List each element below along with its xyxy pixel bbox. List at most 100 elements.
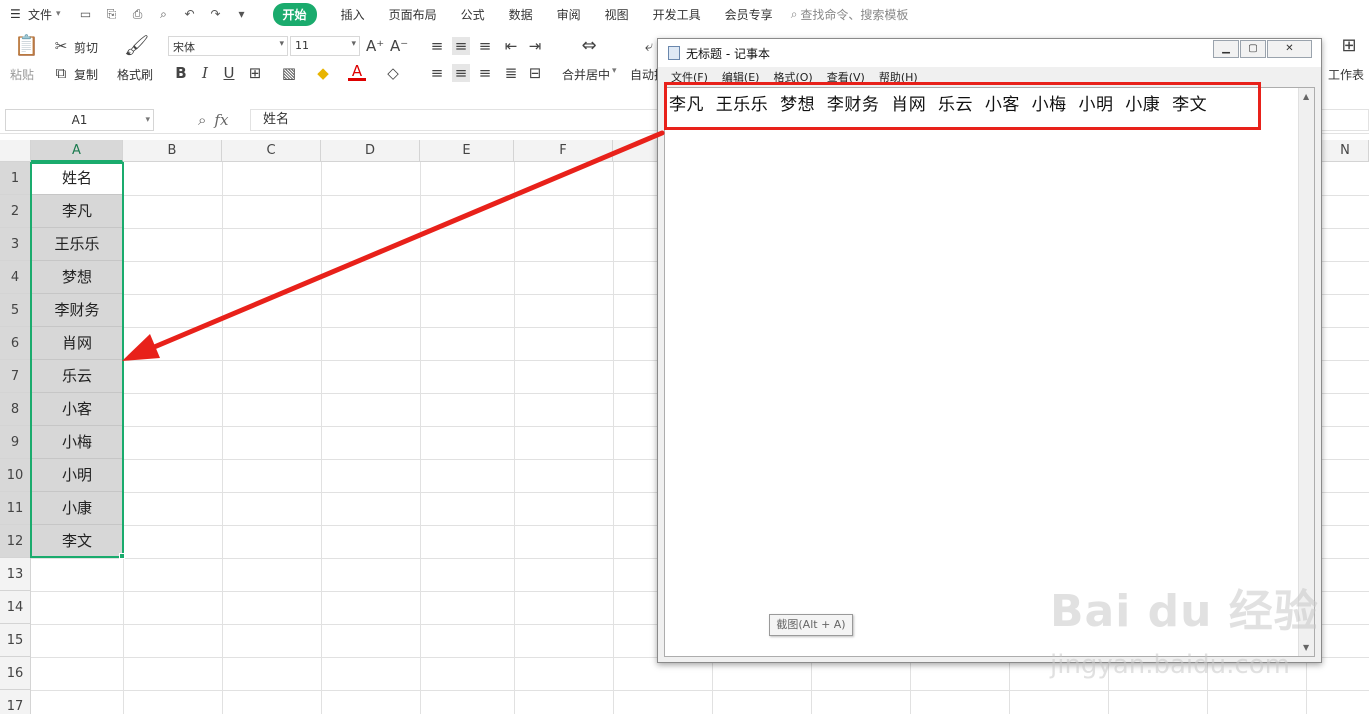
copy-icon[interactable]: ⧉ bbox=[52, 64, 70, 82]
row-header-3[interactable]: 3 bbox=[0, 228, 31, 261]
decrease-font-icon[interactable]: A⁻ bbox=[390, 37, 408, 55]
notepad-titlebar[interactable]: 无标题 - 记事本 ▁ ▢ ✕ bbox=[658, 39, 1321, 67]
notepad-menu-file[interactable]: 文件(F) bbox=[671, 69, 708, 85]
cell-a11[interactable]: 小康 bbox=[31, 492, 123, 525]
print-icon[interactable]: ⎙ bbox=[130, 6, 146, 22]
customize-icon[interactable]: ▾ bbox=[234, 6, 250, 22]
notepad-menu-format[interactable]: 格式(O) bbox=[773, 69, 812, 85]
fill-handle[interactable] bbox=[119, 553, 125, 559]
tab-2[interactable]: 页面布局 bbox=[389, 6, 437, 23]
row-header-4[interactable]: 4 bbox=[0, 261, 31, 294]
row-header-9[interactable]: 9 bbox=[0, 426, 31, 459]
notepad-menu-help[interactable]: 帮助(H) bbox=[879, 69, 918, 85]
align-right-icon[interactable]: ≡ bbox=[476, 64, 494, 82]
wrap-text-icon[interactable]: ⤶ bbox=[640, 37, 658, 55]
row-header-16[interactable]: 16 bbox=[0, 657, 31, 690]
file-menu[interactable]: ☰ 文件 ▾ bbox=[10, 6, 61, 23]
scroll-up-icon[interactable]: ▲ bbox=[1303, 92, 1309, 101]
row-header-10[interactable]: 10 bbox=[0, 459, 31, 492]
row-header-17[interactable]: 17 bbox=[0, 690, 31, 714]
save-icon[interactable]: ▭ bbox=[78, 6, 94, 22]
row-header-7[interactable]: 7 bbox=[0, 360, 31, 393]
row-header-2[interactable]: 2 bbox=[0, 195, 31, 228]
column-header-b[interactable]: B bbox=[123, 140, 222, 162]
fill-color-icon[interactable]: ◆ bbox=[314, 64, 332, 82]
cell-a6[interactable]: 肖网 bbox=[31, 327, 123, 360]
paste-icon[interactable]: 📋 bbox=[14, 35, 39, 55]
row-header-13[interactable]: 13 bbox=[0, 558, 31, 591]
cell-a1[interactable]: 姓名 bbox=[31, 162, 123, 195]
cell-a2[interactable]: 李凡 bbox=[31, 195, 123, 228]
tab-0[interactable]: 开始 bbox=[272, 2, 317, 26]
format-painter-label[interactable]: 格式刷 bbox=[117, 66, 153, 83]
indent-increase-icon[interactable]: ⇥ bbox=[526, 37, 544, 55]
underline-button[interactable]: U bbox=[220, 64, 238, 82]
vertical-scrollbar[interactable]: ▲ ▼ bbox=[1298, 88, 1314, 656]
notepad-text-area[interactable]: 李凡 王乐乐 梦想 李财务 肖网 乐云 小客 小梅 小明 小康 李文 ▲ ▼ bbox=[664, 87, 1315, 657]
copy-label[interactable]: 复制 bbox=[74, 66, 98, 83]
undo-icon[interactable]: ↶ bbox=[182, 6, 198, 22]
notepad-menu-edit[interactable]: 编辑(E) bbox=[722, 69, 760, 85]
clear-format-icon[interactable]: ◇ bbox=[384, 64, 402, 82]
select-all-corner[interactable] bbox=[0, 140, 31, 162]
close-button[interactable]: ✕ bbox=[1267, 40, 1312, 58]
maximize-button[interactable]: ▢ bbox=[1240, 40, 1266, 58]
row-header-14[interactable]: 14 bbox=[0, 591, 31, 624]
worksheet-icon[interactable]: ⊞ bbox=[1338, 37, 1360, 55]
cell-a7[interactable]: 乐云 bbox=[31, 360, 123, 393]
row-header-8[interactable]: 8 bbox=[0, 393, 31, 426]
cell-style-icon[interactable]: ▧ bbox=[280, 64, 298, 82]
distribute-icon[interactable]: ⊟ bbox=[526, 64, 544, 82]
minimize-button[interactable]: ▁ bbox=[1213, 40, 1239, 58]
column-header-n[interactable]: N bbox=[1322, 140, 1369, 162]
cell-a5[interactable]: 李财务 bbox=[31, 294, 123, 327]
row-header-1[interactable]: 1 bbox=[0, 162, 31, 195]
fx-button[interactable]: fx bbox=[214, 111, 228, 129]
tab-8[interactable]: 会员专享 bbox=[725, 6, 773, 23]
merge-center-label[interactable]: 合并居中 bbox=[562, 66, 610, 83]
command-search[interactable]: ⌕ 查找命令、搜索模板 bbox=[791, 6, 909, 23]
font-color-icon[interactable]: A bbox=[348, 64, 366, 81]
row-header-12[interactable]: 12 bbox=[0, 525, 31, 558]
cell-a9[interactable]: 小梅 bbox=[31, 426, 123, 459]
font-size-select[interactable]: 11 ▾ bbox=[290, 36, 360, 56]
column-header-a[interactable]: A bbox=[31, 140, 123, 162]
notepad-menu-view[interactable]: 查看(V) bbox=[827, 69, 865, 85]
italic-button[interactable]: I bbox=[196, 64, 214, 82]
column-header-c[interactable]: C bbox=[222, 140, 321, 162]
column-header-e[interactable]: E bbox=[420, 140, 514, 162]
font-name-select[interactable]: 宋体 ▾ bbox=[168, 36, 288, 56]
align-top-icon[interactable]: ≡ bbox=[428, 37, 446, 55]
bold-button[interactable]: B bbox=[172, 64, 190, 82]
align-left-icon[interactable]: ≡ bbox=[428, 64, 446, 82]
align-center-icon[interactable]: ≡ bbox=[452, 64, 470, 82]
cell-a10[interactable]: 小明 bbox=[31, 459, 123, 492]
tab-5[interactable]: 审阅 bbox=[557, 6, 581, 23]
tab-1[interactable]: 插入 bbox=[341, 6, 365, 23]
redo-icon[interactable]: ↷ bbox=[208, 6, 224, 22]
column-header-d[interactable]: D bbox=[321, 140, 420, 162]
row-header-6[interactable]: 6 bbox=[0, 327, 31, 360]
tab-6[interactable]: 视图 bbox=[605, 6, 629, 23]
name-box[interactable]: A1 ▾ bbox=[5, 109, 154, 131]
worksheet-label[interactable]: 工作表 bbox=[1328, 66, 1364, 83]
align-bottom-icon[interactable]: ≡ bbox=[476, 37, 494, 55]
scroll-down-icon[interactable]: ▼ bbox=[1303, 643, 1309, 652]
cell-a3[interactable]: 王乐乐 bbox=[31, 228, 123, 261]
cut-label[interactable]: 剪切 bbox=[74, 39, 98, 56]
paste-label[interactable]: 粘贴 bbox=[10, 66, 34, 83]
align-middle-icon[interactable]: ≡ bbox=[452, 37, 470, 55]
merge-center-icon[interactable]: ⇔ bbox=[576, 37, 602, 55]
border-icon[interactable]: ⊞ bbox=[246, 64, 264, 82]
row-header-11[interactable]: 11 bbox=[0, 492, 31, 525]
row-header-15[interactable]: 15 bbox=[0, 624, 31, 657]
export-icon[interactable]: ⎘ bbox=[104, 6, 120, 22]
indent-decrease-icon[interactable]: ⇤ bbox=[502, 37, 520, 55]
format-painter-icon[interactable]: 🖌 bbox=[124, 35, 149, 55]
cell-a4[interactable]: 梦想 bbox=[31, 261, 123, 294]
tab-7[interactable]: 开发工具 bbox=[653, 6, 701, 23]
cell-a12[interactable]: 李文 bbox=[31, 525, 123, 558]
cut-icon[interactable]: ✂ bbox=[52, 37, 70, 55]
increase-font-icon[interactable]: A⁺ bbox=[366, 37, 384, 55]
zoom-search-icon[interactable]: ⌕ bbox=[198, 111, 206, 129]
